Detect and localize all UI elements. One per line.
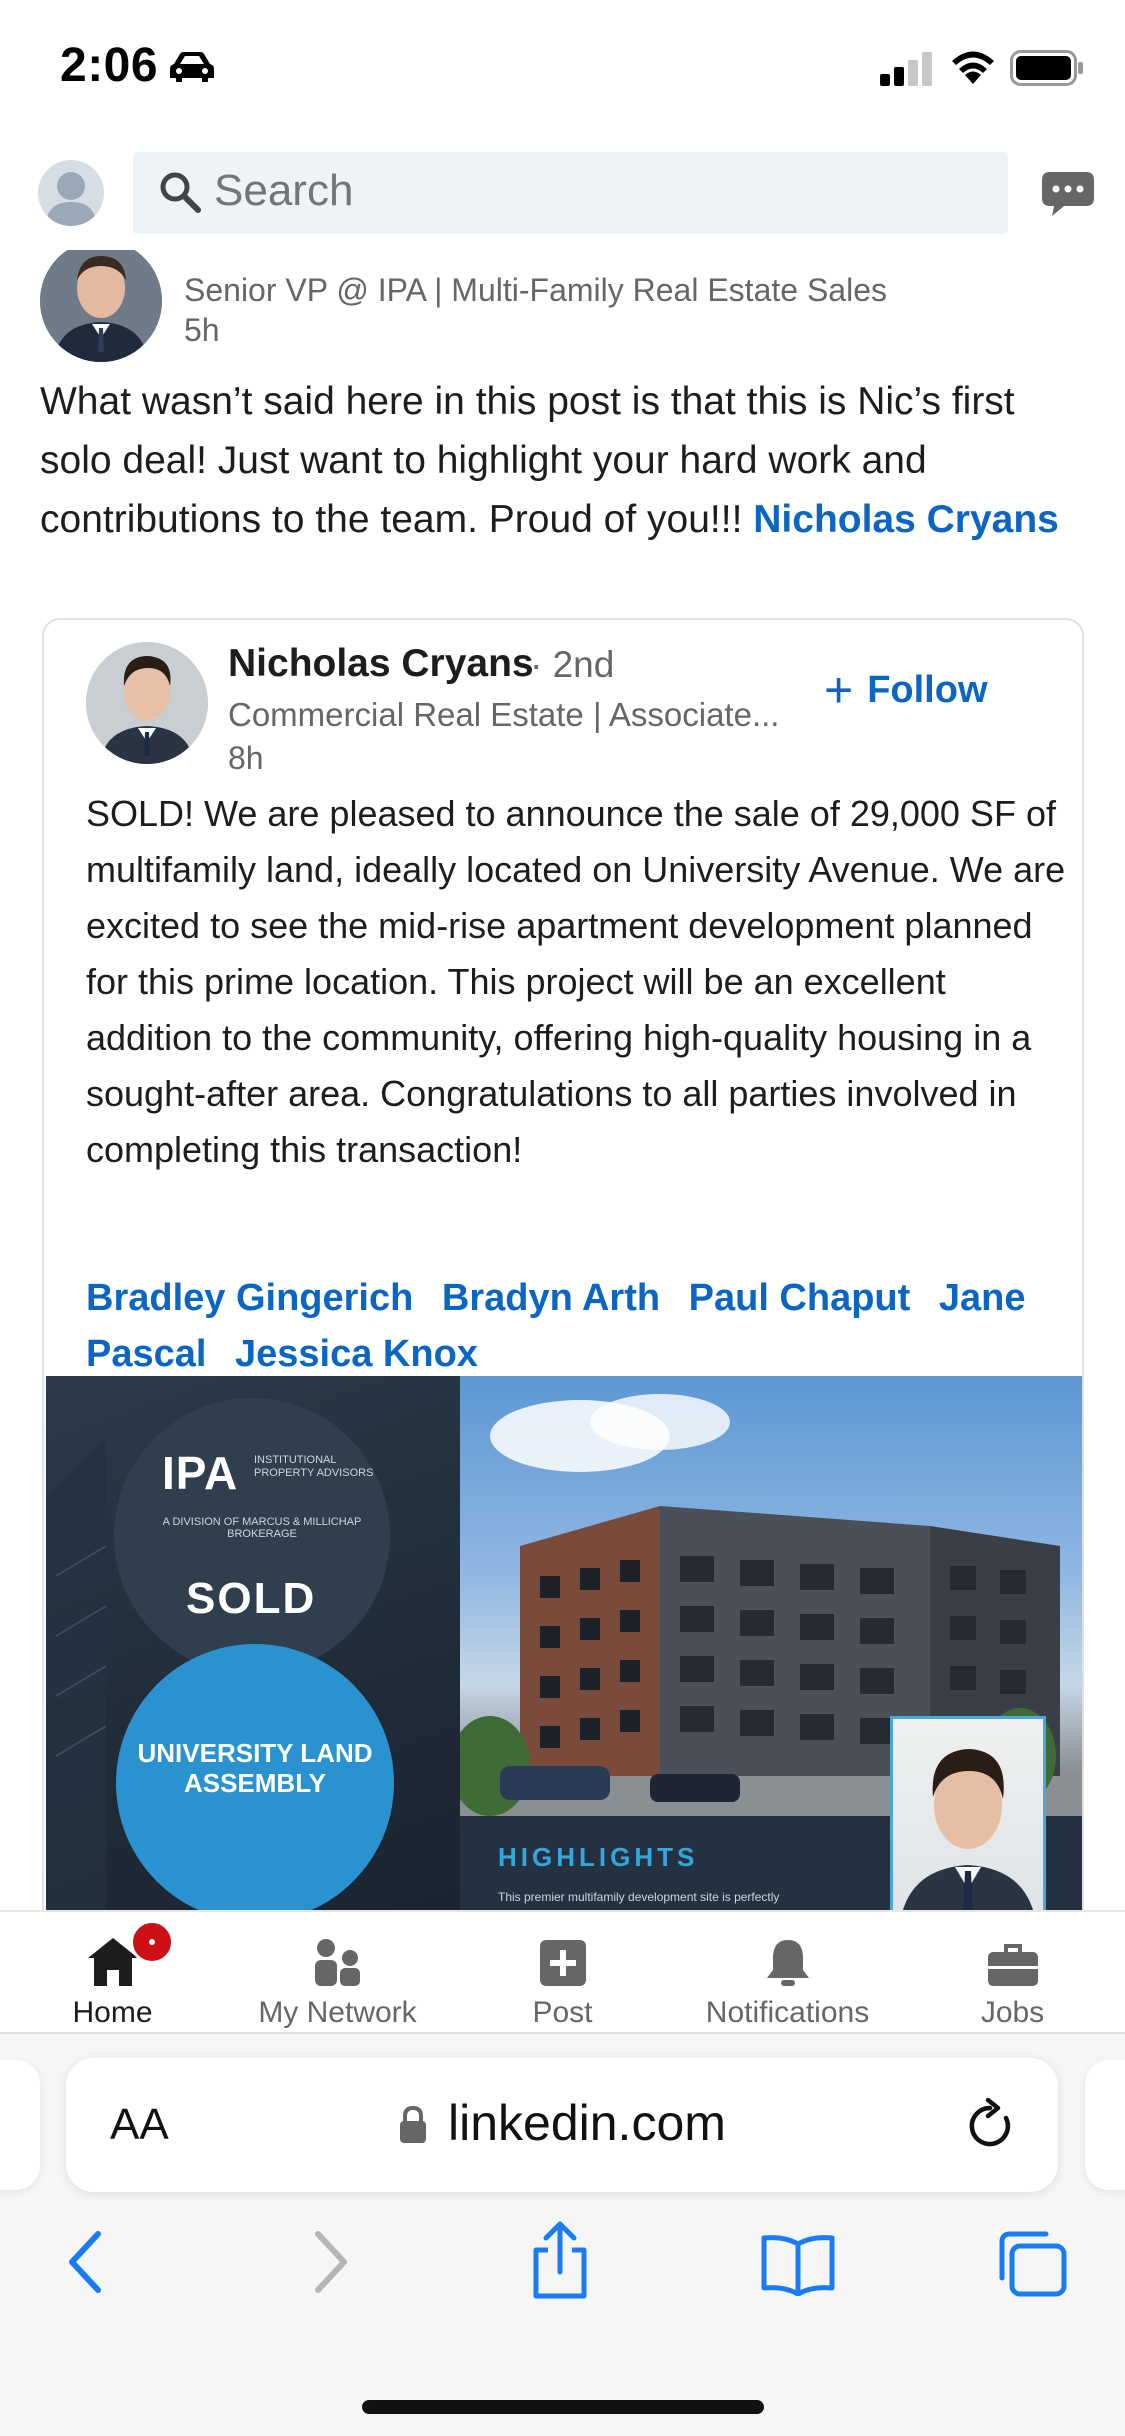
cellular-signal-icon [880,52,932,86]
mention-link[interactable]: Nicholas Cryans [753,498,1059,541]
tagged-people: Bradley Gingerich Bradyn Arth Paul Chapu… [86,1270,1046,1382]
tab-my-network[interactable]: My Network [225,1912,450,2034]
status-time: 2:06 [60,39,159,92]
back-icon[interactable] [66,2230,106,2294]
agent-photo [890,1716,1046,1910]
author-avatar[interactable] [40,250,162,362]
shared-author-name[interactable]: Nicholas Cryans [228,642,534,686]
briefcase-icon [987,1944,1038,1986]
user-silhouette-icon [46,172,96,226]
author-headline: Senior VP @ IPA | Multi-Family Real Esta… [184,272,887,308]
ipa-logo: IPA [162,1447,239,1499]
shared-post-card[interactable]: Nicholas Cryans · 2nd Commercial Real Es… [42,618,1084,1910]
shared-post-timestamp: 8h [228,740,264,776]
next-tab-preview[interactable] [1085,2060,1125,2190]
wifi-icon [952,51,994,84]
plus-icon: + [824,662,854,718]
safari-nav-row [0,2221,1125,2310]
tab-label: My Network [258,1996,417,2029]
tag-link[interactable]: Jessica Knox [235,1333,478,1375]
tag-link[interactable]: Paul Chaput [689,1277,911,1319]
ipa-logo-subtitle: INSTITUTIONAL PROPERTY ADVISORS [254,1454,374,1479]
url-text[interactable]: linkedin.com [448,2094,726,2152]
tab-post[interactable]: Post [450,1912,675,2034]
tab-notifications[interactable]: Notifications [675,1912,900,2034]
tag-link[interactable]: Bradyn Arth [442,1277,660,1319]
profile-avatar[interactable] [38,160,104,226]
bookmarks-icon[interactable] [760,2234,836,2296]
highlights-label: HIGHLIGHTS [498,1842,699,1872]
search-icon [160,172,201,213]
tab-label: Notifications [705,1996,870,2029]
lock-icon [400,2106,426,2143]
text-size-button[interactable]: AA [110,2100,169,2150]
search-input[interactable] [214,166,914,216]
shared-author-photo [86,642,208,764]
property-title: UNIVERSITY LAND ASSEMBLY [137,1738,373,1798]
network-icon [314,1939,360,1986]
tab-jobs[interactable]: Jobs [900,1912,1125,2034]
forward-icon[interactable] [310,2230,350,2294]
follow-button[interactable]: + Follow [824,660,988,720]
follow-label: Follow [867,668,988,711]
brokerage-label: A DIVISION OF MARCUS & MILLICHAP BROKERA… [162,1516,362,1540]
shared-author-headline: Commercial Real Estate | Associate... [228,696,780,733]
messaging-icon[interactable] [1040,170,1096,218]
post-commentary: What wasn’t said here in this post is th… [40,372,1090,549]
tab-label: Home [72,1996,153,2029]
home-notification-badge [130,1920,174,1964]
tab-home[interactable]: Home [0,1912,225,2034]
tabs-icon[interactable] [996,2230,1068,2298]
feed: Senior VP @ IPA | Multi-Family Real Esta… [0,250,1125,1910]
battery-icon [1010,50,1083,86]
share-icon[interactable] [528,2220,592,2300]
tab-label: Jobs [980,1996,1045,2029]
author-photo [40,250,162,362]
previous-tab-preview[interactable] [0,2060,40,2190]
shared-author-avatar[interactable] [86,642,208,764]
car-icon [170,52,214,82]
tab-label: Post [532,1996,593,2029]
highlights-text: This premier multifamily development sit… [498,1890,780,1904]
agent-portrait [903,1749,1033,1910]
tag-link[interactable]: Bradley Gingerich [86,1277,413,1319]
post-image[interactable]: IPA INSTITUTIONAL PROPERTY ADVISORS A DI… [46,1376,1082,1910]
sold-label: SOLD [186,1574,317,1623]
bell-icon [766,1940,809,1986]
post-icon [539,1940,586,1986]
connection-degree: · 2nd [530,644,615,685]
shared-post-body: SOLD! We are pleased to announce the sal… [86,793,1066,1170]
post-timestamp: 5h [184,312,220,348]
reload-icon[interactable] [962,2098,1018,2154]
home-indicator [362,2400,764,2414]
